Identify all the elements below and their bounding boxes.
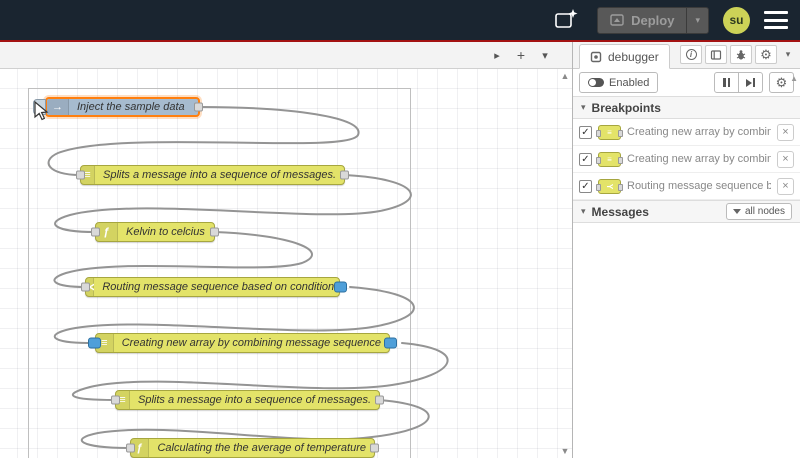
chevron-down-icon: ▾ [581,206,586,216]
add-flow-icon[interactable]: + [510,45,532,65]
mouse-cursor [34,101,49,121]
node-label: Kelvin to celcius [126,226,205,238]
flow-workspace: ▸ + ▾ → Inject the sample data ≡ Splits … [0,42,572,458]
messages-title: Messages [591,204,649,219]
breakpoint-row[interactable]: ✓ ≡ Creating new array by combini × [573,146,800,173]
input-port[interactable] [126,443,135,453]
step-icon [745,78,756,87]
tab-scroll-right-icon[interactable]: ▸ [486,45,508,65]
node-function[interactable]: ƒ Kelvin to celcius [91,222,219,242]
input-port[interactable] [81,282,90,292]
scroll-up-icon[interactable]: ▲ [558,71,572,81]
pause-button[interactable] [714,72,739,93]
breakpoint-checkbox[interactable]: ✓ [579,125,592,139]
breakpoint-row[interactable]: ✓ ≡ Creating new array by combini × [573,119,800,146]
enabled-toggle-button[interactable]: Enabled [579,72,659,93]
join-node-icon: ≡ [596,151,623,167]
node-label: Calculating the the average of temperatu… [157,442,366,454]
info-icon[interactable]: i [680,45,702,64]
breakpoint-checkbox[interactable]: ✓ [579,179,592,193]
node-switch[interactable]: Y Routing message sequence based on cond… [81,277,347,297]
node-inject[interactable]: → Inject the sample data [33,97,203,117]
canvas-vertical-scrollbar[interactable]: ▲ ▼ [558,69,572,458]
sidebar-tab-bar: debugger i ⚙ ▾ [573,42,800,69]
gear-icon: ⚙ [775,74,788,90]
breakpoints-title: Breakpoints [591,100,661,115]
node-function[interactable]: ƒ Calculating the the average of tempera… [126,438,379,458]
debugger-toolbar: Enabled ⚙ ▲ [573,69,800,96]
settings-gear-icon[interactable]: ⚙ [755,45,777,64]
output-port[interactable] [375,395,384,405]
playback-button-group [714,72,763,93]
node-label: Creating new array by combining message … [121,337,381,349]
header-accent-line [0,40,800,42]
input-port[interactable] [91,227,100,237]
breakpoint-label: Creating new array by combini [627,153,771,165]
inject-icon: → [47,99,69,115]
node-label: Splits a message into a sequence of mess… [138,394,371,406]
sidebar-scroll-up-icon[interactable]: ▲ [790,74,798,83]
node-label: Splits a message into a sequence of mess… [103,169,336,181]
debug-bug-icon[interactable] [730,45,752,64]
breakpoint-checkbox[interactable]: ✓ [579,152,592,166]
node-split[interactable]: ≡ Splits a message into a sequence of me… [76,165,349,185]
node-join[interactable]: ≡ Creating new array by combining messag… [88,333,397,353]
input-port[interactable] [111,395,120,405]
workspace-tab-bar: ▸ + ▾ [0,42,572,69]
user-avatar[interactable]: su [723,6,750,34]
join-node-icon: ≡ [596,124,623,140]
filter-label: all nodes [744,206,785,217]
flow-list-chevron-icon[interactable]: ▾ [534,45,556,65]
chevron-down-icon: ▾ [581,102,586,112]
breakpoints-section-header[interactable]: ▾ Breakpoints [573,96,800,119]
right-sidebar: debugger i ⚙ ▾ Enabled ⚙ ▲ ▾ Breakpoints… [572,42,800,458]
node-label: Inject the sample data [77,101,185,113]
enabled-label: Enabled [609,76,650,89]
breakpoint-label: Creating new array by combini [627,126,771,138]
node-label: Routing message sequence based on condit… [102,281,335,293]
breakpoint-label: Routing message sequence ba [627,180,771,192]
deploy-dropdown-arrow[interactable]: ▾ [687,8,708,33]
breakpoint-row[interactable]: ✓ Y Routing message sequence ba × [573,173,800,200]
remove-breakpoint-button[interactable]: × [777,123,794,141]
output-port[interactable] [340,170,349,180]
tab-debugger-label: debugger [608,49,659,64]
message-filter-button[interactable]: all nodes [725,203,792,220]
output-port[interactable] [370,443,379,453]
tab-debugger[interactable]: debugger [579,44,670,69]
filter-funnel-icon [732,209,741,214]
scroll-down-icon[interactable]: ▼ [558,446,572,456]
input-port[interactable] [76,170,85,180]
toggle-icon [588,78,604,87]
output-port-breakpoint[interactable] [334,281,347,293]
messages-section-header[interactable]: ▾ Messages all nodes [573,200,800,223]
switch-node-icon: Y [596,178,623,194]
app-header: Deploy ▾ su [0,0,800,40]
remove-breakpoint-button[interactable]: × [777,177,794,195]
menu-icon[interactable] [764,11,788,29]
step-button[interactable] [738,72,763,93]
deploy-icon [610,14,624,26]
output-port[interactable] [210,227,219,237]
assistant-sparkle-icon[interactable] [549,6,583,34]
debugger-tab-icon [590,51,602,62]
sidebar-chevron-icon[interactable]: ▾ [780,45,796,64]
flow-canvas[interactable]: → Inject the sample data ≡ Splits a mess… [0,69,572,458]
node-split[interactable]: ≡ Splits a message into a sequence of me… [111,390,384,410]
deploy-button[interactable]: Deploy ▾ [597,6,709,34]
help-book-icon[interactable] [705,45,727,64]
remove-breakpoint-button[interactable]: × [777,150,794,168]
output-port[interactable] [194,102,203,112]
deploy-label: Deploy [631,12,675,28]
pause-icon [723,78,730,87]
output-port-breakpoint[interactable] [384,337,397,349]
input-port-breakpoint[interactable] [88,337,101,349]
